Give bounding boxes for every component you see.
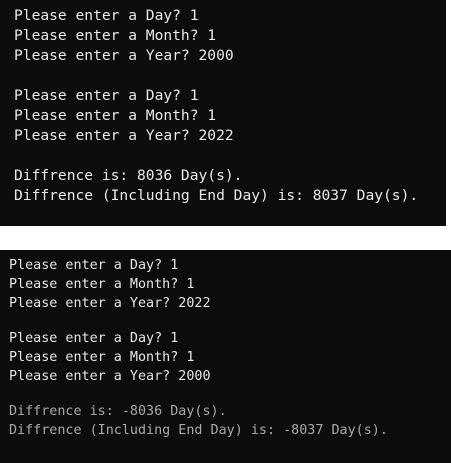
prompt-month-line: Please enter a Month? 1 bbox=[9, 277, 195, 292]
prompt-day-line: Please enter a Day? 1 bbox=[9, 258, 179, 273]
prompt-day-line: Please enter a Day? 1 bbox=[9, 331, 179, 346]
prompt-day-line: Please enter a Day? 1 bbox=[14, 87, 199, 104]
console-output-bottom: Please enter a Day? 1 Please enter a Mon… bbox=[0, 250, 451, 463]
prompt-month-line: Please enter a Month? 1 bbox=[9, 350, 195, 365]
prompt-year-line: Please enter a Year? 2022 bbox=[9, 296, 211, 311]
prompt-day-line: Please enter a Day? 1 bbox=[14, 7, 199, 24]
prompt-year-line: Please enter a Year? 2000 bbox=[14, 47, 234, 64]
console-output-top: Please enter a Day? 1 Please enter a Mon… bbox=[0, 0, 446, 226]
prompt-year-line: Please enter a Year? 2022 bbox=[14, 127, 234, 144]
difference-including-end-line: Diffrence (Including End Day) is: -8037 … bbox=[9, 423, 388, 438]
difference-result-line: Diffrence is: -8036 Day(s). bbox=[9, 404, 227, 419]
prompt-year-line: Please enter a Year? 2000 bbox=[9, 369, 211, 384]
difference-result-line: Diffrence is: 8036 Day(s). bbox=[14, 167, 243, 184]
difference-including-end-line: Diffrence (Including End Day) is: 8037 D… bbox=[14, 187, 419, 204]
prompt-month-line: Please enter a Month? 1 bbox=[14, 27, 217, 44]
prompt-month-line: Please enter a Month? 1 bbox=[14, 107, 217, 124]
